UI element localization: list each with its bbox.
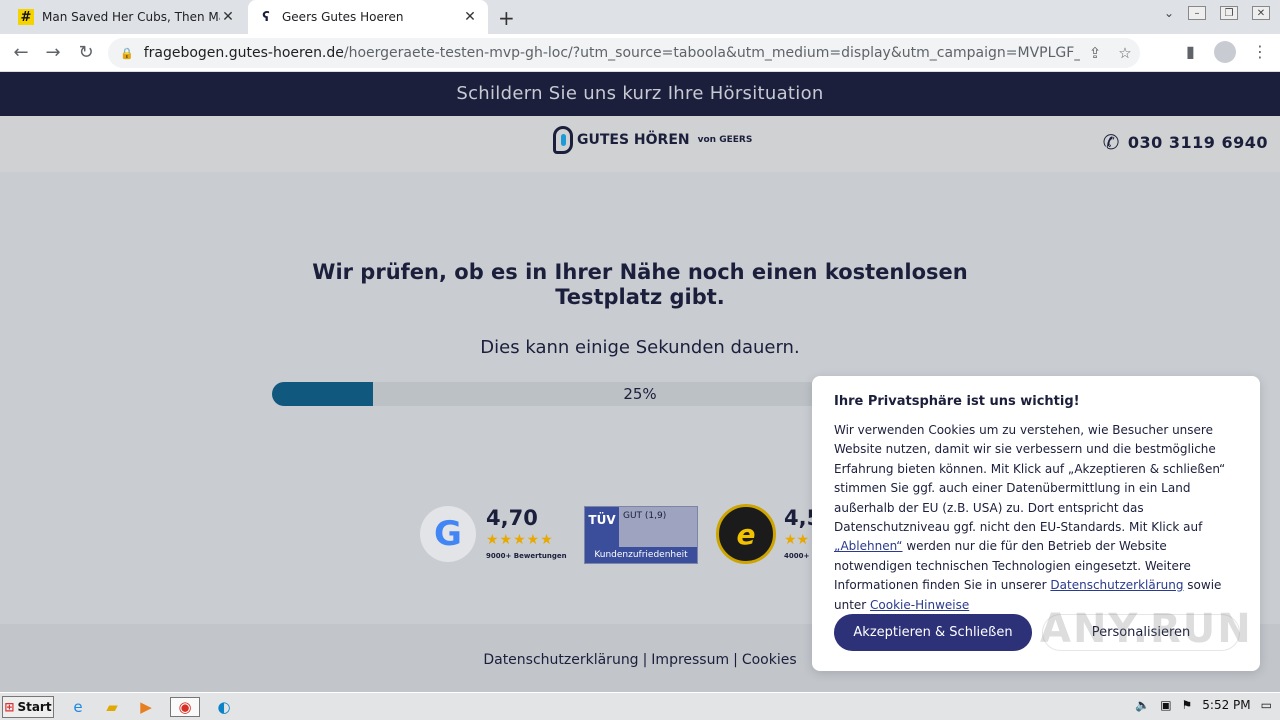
cookie-text: Wir verwenden Cookies um zu verstehen, w… xyxy=(834,423,1226,612)
taskbar: ⊞ Start e ▰ ▶ ◉ ◐ 🔈 ▣ ⚑ 5:52 PM ▭ xyxy=(0,692,1280,720)
logo-suffix: von GEERS xyxy=(697,135,753,145)
rating-badges: G 4,70 ★★★★★ 9000+ Bewertungen TÜV GUT (… xyxy=(420,502,860,566)
tuv-grade: GUT (1,9) xyxy=(623,511,667,521)
clock[interactable]: 5:52 PM xyxy=(1202,698,1250,712)
google-stars: ★★★★★ xyxy=(486,532,554,548)
google-icon: G xyxy=(420,506,476,562)
footer-link-imprint[interactable]: Impressum xyxy=(651,652,729,668)
cookie-title: Ihre Privatsphäre ist uns wichtig! xyxy=(834,394,1080,409)
star-icon[interactable]: ☆ xyxy=(1110,44,1140,62)
google-score: 4,70 xyxy=(486,506,538,530)
page-subtitle: Dies kann einige Sekunden dauern. xyxy=(480,337,800,358)
tab-title: Geers Gutes Hoeren xyxy=(282,10,404,24)
top-banner: Schildern Sie uns kurz Ihre Hörsituation xyxy=(0,72,1280,116)
tuv-badge: TÜV GUT (1,9) Kundenzufriedenheit xyxy=(584,506,698,564)
media-player-icon[interactable]: ▶ xyxy=(136,697,156,717)
watermark-logo: ANY.RUN xyxy=(1040,606,1253,652)
phone-link[interactable]: ✆ 030 3119 6940 xyxy=(1103,130,1268,154)
ear-logo-icon xyxy=(553,126,573,154)
cookie-notes-link[interactable]: Cookie-Hinweise xyxy=(870,598,969,612)
footer-link-privacy[interactable]: Datenschutzerklärung xyxy=(483,652,638,668)
trusted-shops-icon: e xyxy=(716,504,776,564)
forward-icon[interactable]: → xyxy=(42,42,64,63)
privacy-link[interactable]: Datenschutzerklärung xyxy=(1050,578,1183,592)
restore-button[interactable]: ❐ xyxy=(1220,6,1238,20)
profile-icon[interactable] xyxy=(1214,41,1236,67)
network-icon[interactable]: ▣ xyxy=(1160,698,1171,712)
reload-icon[interactable]: ↻ xyxy=(75,42,97,63)
flag-icon[interactable]: ⚑ xyxy=(1182,698,1193,712)
lock-icon: 🔒 xyxy=(120,46,134,60)
show-desktop-icon[interactable]: ▭ xyxy=(1261,698,1272,712)
trusted-shops-stars: ★★ xyxy=(784,532,810,548)
address-bar[interactable]: 🔒 fragebogen.gutes-hoeren.de/hoergeraete… xyxy=(108,38,1140,68)
share-icon[interactable]: ⇪ xyxy=(1080,44,1110,62)
back-icon[interactable]: ← xyxy=(10,42,32,63)
chevron-down-icon[interactable]: ⌄ xyxy=(1164,6,1174,20)
volume-icon[interactable]: 🔈 xyxy=(1135,698,1150,712)
url-path: /hoergeraete-testen-mvp-gh-loc/?utm_sour… xyxy=(343,45,1080,61)
accept-button[interactable]: Akzeptieren & Schließen xyxy=(834,614,1032,651)
google-count: 9000+ Bewertungen xyxy=(486,552,567,560)
footer-link-cookies[interactable]: Cookies xyxy=(742,652,797,668)
start-button[interactable]: ⊞ Start xyxy=(2,696,54,718)
taskbar-apps: e ▰ ▶ ◉ ◐ xyxy=(68,697,234,717)
folder-icon[interactable]: ▰ xyxy=(102,697,122,717)
reject-link[interactable]: „Ablehnen“ xyxy=(834,539,903,553)
phone-number: 030 3119 6940 xyxy=(1127,132,1268,152)
browser-toolbar: ← → ↻ 🔒 fragebogen.gutes-hoeren.de/hoerg… xyxy=(0,34,1280,72)
page-title: Wir prüfen, ob es in Ihrer Nähe noch ein… xyxy=(312,260,968,309)
hashtag-icon: # xyxy=(18,9,34,25)
tab-active[interactable]: ʕ Geers Gutes Hoeren ✕ xyxy=(248,0,488,34)
menu-icon[interactable]: ⋮ xyxy=(1252,42,1268,61)
tab-title: Man Saved Her Cubs, Then Mama Be xyxy=(42,10,220,24)
ear-icon: ʕ xyxy=(262,9,270,25)
new-tab-icon[interactable]: + xyxy=(498,6,515,30)
chrome-icon[interactable]: ◉ xyxy=(170,697,200,717)
internet-explorer-icon[interactable]: e xyxy=(68,697,88,717)
trusted-shops-count: 4000+ xyxy=(784,552,810,560)
side-panel-icon[interactable]: ▮ xyxy=(1186,42,1195,61)
edge-icon[interactable]: ◐ xyxy=(214,697,234,717)
window-controls: ⌄ – ❐ ✕ xyxy=(1164,6,1270,20)
tuv-logo: TÜV xyxy=(585,507,619,547)
close-icon[interactable]: ✕ xyxy=(220,9,236,25)
tab-inactive[interactable]: # Man Saved Her Cubs, Then Mama Be ✕ xyxy=(8,0,246,34)
minimize-button[interactable]: – xyxy=(1188,6,1206,20)
url-host: fragebogen.gutes-hoeren.de xyxy=(143,45,344,61)
phone-icon: ✆ xyxy=(1102,130,1120,154)
site-logo[interactable]: GUTES HÖREN von GEERS xyxy=(553,126,752,154)
close-icon[interactable]: ✕ xyxy=(462,9,478,25)
browser-tab-bar: # Man Saved Her Cubs, Then Mama Be ✕ ʕ G… xyxy=(0,0,1280,34)
url-text[interactable]: fragebogen.gutes-hoeren.de/hoergeraete-t… xyxy=(144,45,1080,61)
system-tray: 🔈 ▣ ⚑ 5:52 PM ▭ xyxy=(1135,698,1272,712)
windows-logo-icon: ⊞ xyxy=(4,700,15,714)
close-window-button[interactable]: ✕ xyxy=(1252,6,1270,20)
site-header: GUTES HÖREN von GEERS ✆ 030 3119 6940 xyxy=(0,116,1280,172)
logo-text: GUTES HÖREN xyxy=(577,132,690,148)
tuv-label: Kundenzufriedenheit xyxy=(585,547,697,563)
